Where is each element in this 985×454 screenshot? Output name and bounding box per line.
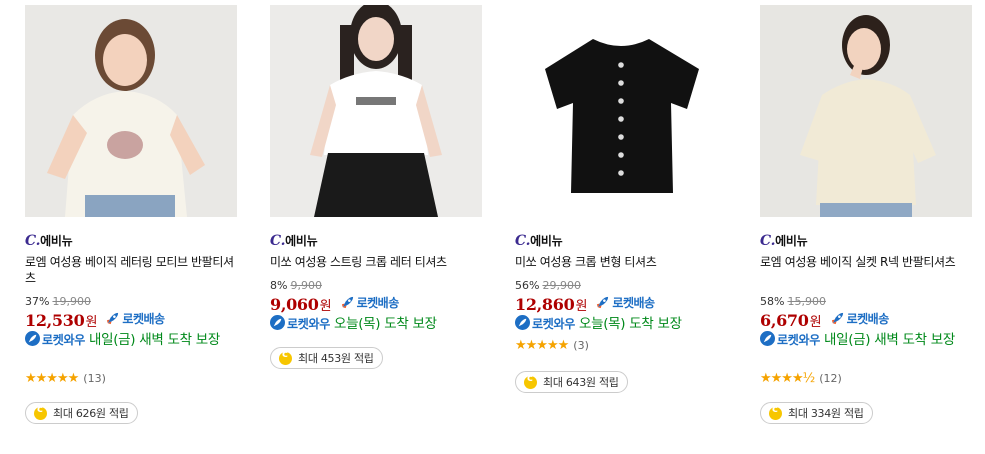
product-photo-black-button-tee [515, 5, 727, 217]
discount-row: 8% 9,900 [270, 279, 322, 292]
product-image[interactable] [760, 5, 972, 217]
coin-icon [279, 349, 292, 365]
won-unit: 원 [319, 299, 332, 314]
star-rating-icon: ★★★★½ [760, 371, 815, 386]
product-photo-woman-cream-tee [25, 5, 237, 217]
rocket-delivery-badge: 로켓배송 [595, 294, 655, 311]
star-rating-icon: ★★★★★ [515, 338, 569, 353]
rating: ★★★★★ (13) [25, 371, 106, 386]
rocket-wow-icon [25, 331, 40, 346]
coin-icon [34, 404, 47, 420]
price-row: 12,530 원 로켓배송 [25, 310, 165, 330]
rocket-icon [107, 312, 119, 325]
product-title[interactable]: 로엠 여성용 베이직 레터링 모티브 반팔티셔츠 [25, 254, 237, 286]
original-price: 15,900 [787, 295, 826, 308]
original-price: 29,900 [542, 279, 581, 292]
rocket-delivery-badge: 로켓배송 [105, 310, 165, 327]
reward-badge: 최대 334원 적립 [760, 402, 873, 424]
brand-label[interactable]: C.에비뉴 [25, 232, 73, 249]
price-row: 9,060 원 로켓배송 [270, 294, 399, 314]
brand-label[interactable]: C.에비뉴 [515, 232, 563, 249]
review-count: (3) [573, 339, 589, 352]
won-unit: 원 [809, 315, 822, 330]
review-count: (13) [83, 372, 106, 385]
rocket-icon [597, 296, 609, 309]
delivery-promise: 오늘(목) 도착 보장 [333, 316, 437, 332]
rocket-wow-icon [270, 315, 285, 330]
won-unit: 원 [575, 299, 588, 314]
product-image[interactable] [515, 5, 727, 217]
product-photo-woman-white-crop-tee [270, 5, 482, 217]
reward-badge: 최대 453원 적립 [270, 347, 383, 369]
product-title[interactable]: 미쏘 여성용 스트링 크롭 레터 티셔츠 [270, 254, 482, 270]
sale-price: 9,060 [270, 295, 319, 314]
sale-price: 6,670 [760, 311, 809, 330]
delivery-info: 로켓와우 내일(금) 새벽 도착 보장 [760, 331, 975, 349]
delivery-info: 로켓와우 오늘(목) 도착 보장 [515, 315, 730, 333]
product-image[interactable] [270, 5, 482, 217]
discount-row: 56% 29,900 [515, 279, 581, 292]
rocket-delivery-badge: 로켓배송 [340, 294, 399, 311]
rating: ★★★★½ (12) [760, 371, 842, 386]
product-photo-woman-beige-tee [760, 5, 972, 217]
product-title[interactable]: 로엠 여성용 베이직 실켓 R넥 반팔티셔츠 [760, 254, 972, 270]
rocket-wow-icon [515, 315, 530, 330]
discount-rate: 58% [760, 295, 785, 308]
brand-label[interactable]: C.에비뉴 [270, 232, 318, 249]
rocket-delivery-badge: 로켓배송 [830, 310, 889, 327]
product-image[interactable] [25, 5, 237, 217]
delivery-promise: 내일(금) 새벽 도착 보장 [88, 332, 220, 348]
rocket-wow-icon [760, 331, 775, 346]
discount-rate: 37% [25, 295, 50, 308]
sale-price: 12,530 [25, 311, 85, 330]
brand-label[interactable]: C.에비뉴 [760, 232, 808, 249]
rocket-icon [831, 312, 843, 325]
reward-badge: 최대 626원 적립 [25, 402, 138, 424]
reward-badge: 최대 643원 적립 [515, 371, 628, 393]
review-count: (12) [819, 372, 842, 385]
delivery-promise: 내일(금) 새벽 도착 보장 [823, 332, 955, 348]
rocket-wow-label: 로켓와우 [532, 317, 575, 331]
price-row: 6,670 원 로켓배송 [760, 310, 889, 330]
rating: ★★★★★ (3) [515, 338, 589, 353]
star-rating-icon: ★★★★★ [25, 371, 79, 386]
price-row: 12,860 원 로켓배송 [515, 294, 655, 314]
original-price: 9,900 [290, 279, 322, 292]
coin-icon [524, 373, 537, 389]
rocket-icon [341, 296, 353, 309]
discount-rate: 8% [270, 279, 288, 292]
rocket-wow-label: 로켓와우 [287, 317, 330, 331]
original-price: 19,900 [52, 295, 91, 308]
discount-row: 37% 19,900 [25, 295, 91, 308]
won-unit: 원 [85, 315, 98, 330]
rocket-wow-label: 로켓와우 [777, 333, 820, 347]
sale-price: 12,860 [515, 295, 575, 314]
coin-icon [769, 404, 782, 420]
discount-rate: 56% [515, 279, 540, 292]
product-title[interactable]: 미쏘 여성용 크롭 변형 티셔츠 [515, 254, 727, 270]
rocket-wow-label: 로켓와우 [42, 333, 85, 347]
delivery-promise: 오늘(목) 도착 보장 [578, 316, 682, 332]
delivery-info: 로켓와우 오늘(목) 도착 보장 [270, 315, 485, 333]
discount-row: 58% 15,900 [760, 295, 826, 308]
delivery-info: 로켓와우 내일(금) 새벽 도착 보장 [25, 331, 240, 349]
